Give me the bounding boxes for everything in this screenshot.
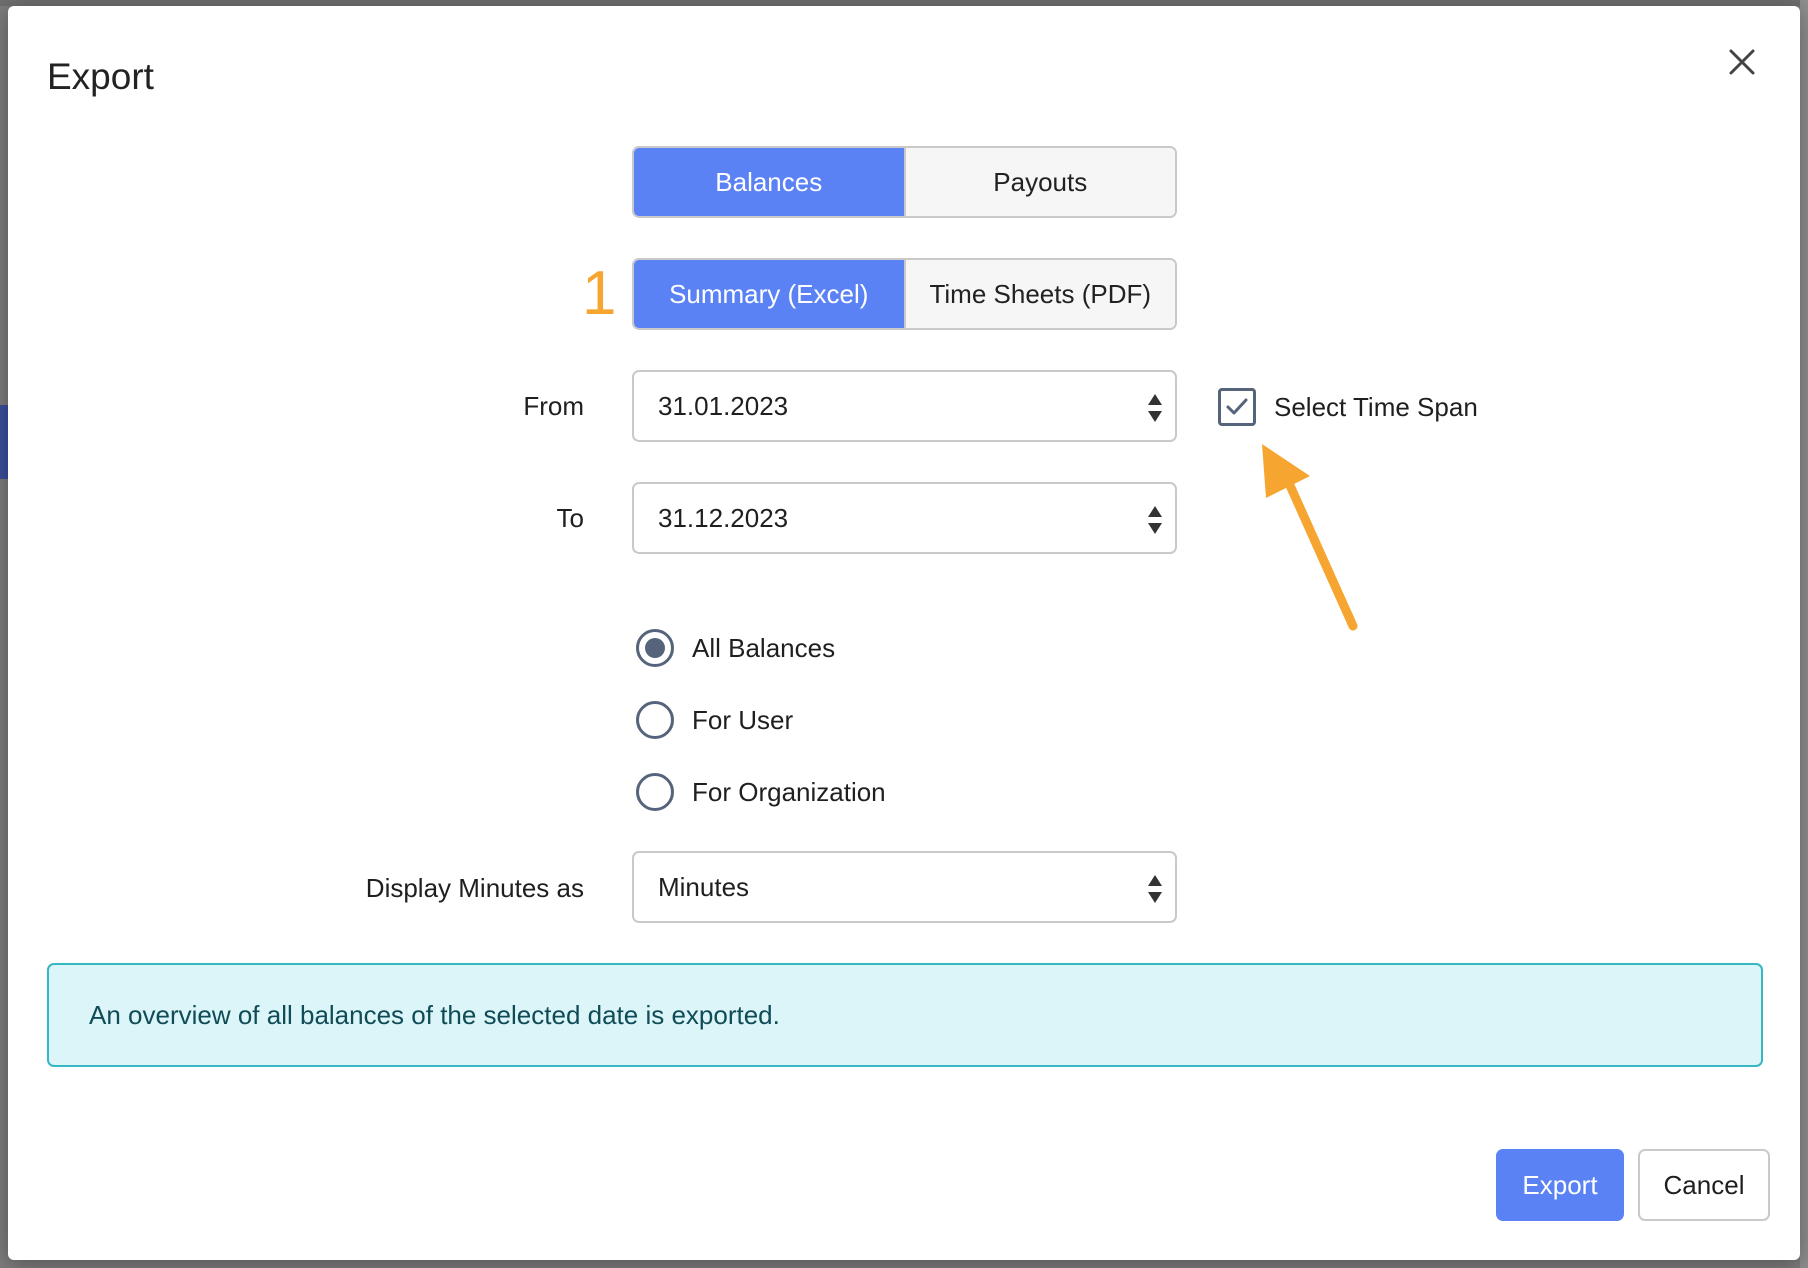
- time-sheets-pdf-tab[interactable]: Time Sheets (PDF): [903, 260, 1175, 328]
- to-label: To: [556, 503, 584, 533]
- to-date-select[interactable]: 31.12.2023: [632, 482, 1177, 554]
- radio-selected-dot: [645, 638, 665, 658]
- select-time-span-checkbox[interactable]: [1218, 388, 1256, 426]
- stepper-arrows-icon: [1148, 506, 1162, 534]
- for-user-label: For User: [692, 704, 794, 735]
- display-minutes-label: Display Minutes as: [365, 873, 584, 903]
- background-accent: [0, 405, 8, 479]
- export-format-toggle: Summary (Excel) Time Sheets (PDF): [632, 258, 1177, 330]
- scope-option-all-balances[interactable]: All Balances: [636, 629, 835, 667]
- summary-excel-tab[interactable]: Summary (Excel): [634, 260, 904, 328]
- dialog-title: Export: [47, 56, 154, 97]
- stepper-arrows-icon: [1148, 875, 1162, 903]
- export-button[interactable]: Export: [1496, 1149, 1624, 1221]
- payouts-tab[interactable]: Payouts: [903, 148, 1175, 216]
- export-dialog: Export Balances Payouts 1 Summary (Excel…: [8, 6, 1800, 1260]
- from-date-select[interactable]: 31.01.2023: [632, 370, 1177, 442]
- checkmark-icon: [1226, 398, 1248, 415]
- from-date-value: 31.01.2023: [658, 390, 789, 421]
- stepper-arrows-icon: [1148, 394, 1162, 422]
- close-button[interactable]: [1722, 42, 1762, 82]
- all-balances-radio[interactable]: [636, 629, 674, 667]
- scope-option-for-user[interactable]: For User: [636, 701, 793, 739]
- cancel-button[interactable]: Cancel: [1638, 1149, 1770, 1221]
- for-user-radio[interactable]: [636, 701, 674, 739]
- display-minutes-select[interactable]: Minutes: [632, 851, 1177, 923]
- for-organization-label: For Organization: [692, 776, 886, 807]
- scope-option-for-organization[interactable]: For Organization: [636, 773, 886, 811]
- close-icon: [1729, 49, 1755, 75]
- info-message: An overview of all balances of the selec…: [47, 963, 1763, 1067]
- all-balances-label: All Balances: [692, 632, 836, 663]
- for-organization-radio[interactable]: [636, 773, 674, 811]
- select-time-span-label: Select Time Span: [1274, 391, 1478, 422]
- from-label: From: [523, 391, 584, 421]
- annotation-arrow-icon: [1262, 444, 1358, 631]
- select-time-span: Select Time Span: [1218, 388, 1478, 426]
- display-minutes-value: Minutes: [658, 871, 750, 902]
- balances-tab[interactable]: Balances: [634, 148, 904, 216]
- export-type-toggle: Balances Payouts: [632, 146, 1177, 218]
- to-date-value: 31.12.2023: [658, 502, 789, 533]
- background-right-edge: [1800, 0, 1808, 1268]
- step-number-annotation: 1: [582, 259, 617, 328]
